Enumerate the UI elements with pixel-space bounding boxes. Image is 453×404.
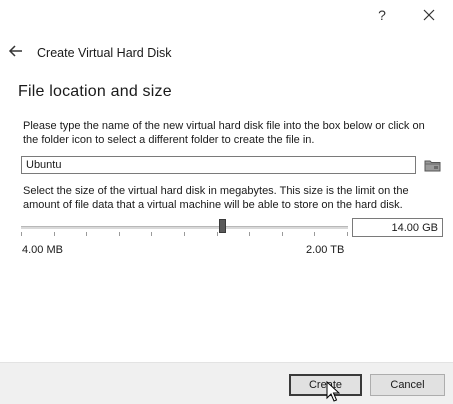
dialog-footer: Create Cancel [0, 362, 453, 404]
slider-tick [184, 232, 185, 236]
page-title: File location and size [18, 83, 172, 100]
wizard-title: Create Virtual Hard Disk [37, 46, 172, 60]
back-button[interactable] [8, 43, 28, 63]
slider-tick [86, 232, 87, 236]
back-arrow-icon [8, 45, 22, 57]
slider-handle[interactable] [219, 219, 226, 233]
file-location-input[interactable] [21, 156, 416, 174]
close-button[interactable] [417, 4, 441, 26]
choose-folder-button[interactable] [422, 155, 444, 175]
wizard-header: Create Virtual Hard Disk [0, 40, 453, 68]
mouse-cursor-icon [326, 381, 340, 402]
size-slider[interactable] [21, 218, 348, 238]
title-bar: ? [0, 0, 453, 30]
slider-tick [54, 232, 55, 236]
size-input[interactable] [352, 218, 443, 237]
slider-tick [314, 232, 315, 236]
slider-tick [282, 232, 283, 236]
slider-ticks [21, 232, 348, 236]
slider-tick [151, 232, 152, 236]
help-button[interactable]: ? [370, 4, 394, 26]
slider-tick [119, 232, 120, 236]
slider-tick [347, 232, 348, 236]
slider-track [21, 226, 348, 229]
cancel-button[interactable]: Cancel [370, 374, 445, 396]
size-description: Select the size of the virtual hard disk… [23, 185, 409, 211]
close-icon [423, 9, 435, 21]
range-min-label: 4.00 MB [22, 244, 63, 256]
range-max-label: 2.00 TB [306, 244, 345, 256]
location-description: Please type the name of the new virtual … [23, 120, 425, 146]
slider-tick [21, 232, 22, 236]
slider-tick [249, 232, 250, 236]
folder-icon [424, 160, 441, 172]
slider-tick [217, 232, 218, 236]
